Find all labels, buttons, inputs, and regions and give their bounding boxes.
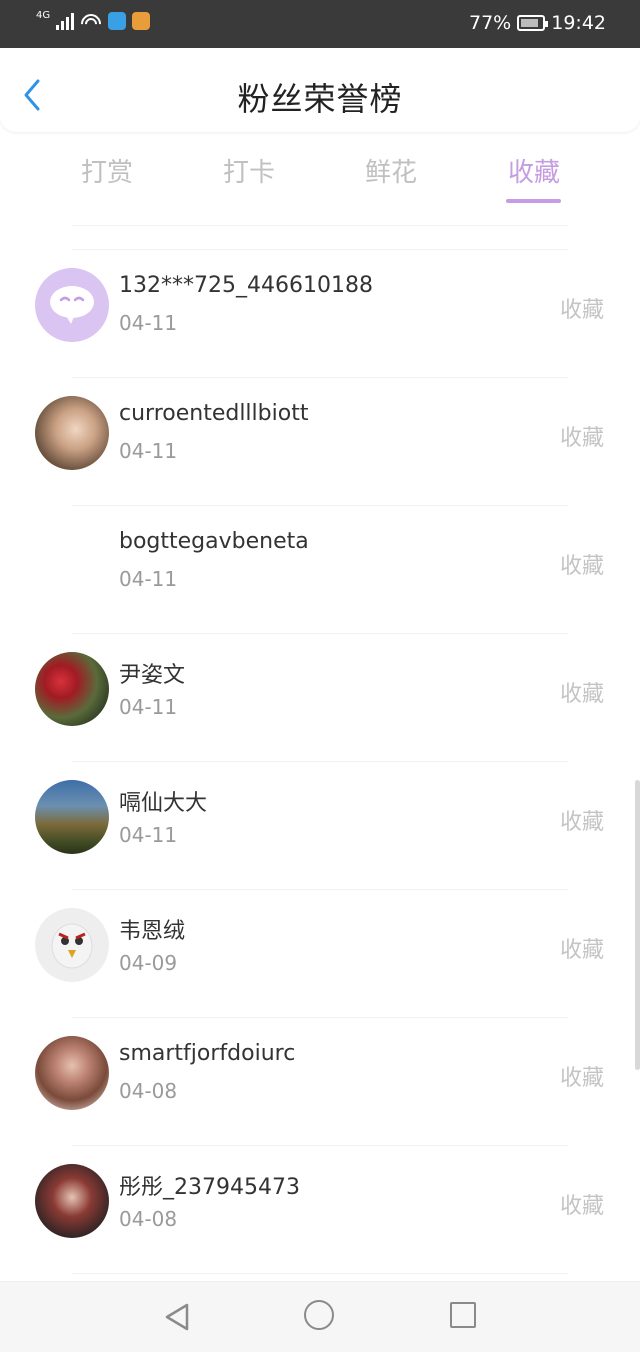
network-type: 4G (36, 10, 51, 21)
battery-icon (517, 15, 549, 31)
date: 04-08 (119, 1207, 178, 1231)
list-item[interactable]: 尹姿文 04-11 收藏 (0, 633, 640, 761)
avatar[interactable] (35, 268, 109, 342)
list-item[interactable]: 132***725_446610188 04-11 收藏 (0, 249, 640, 377)
avatar[interactable] (35, 396, 109, 470)
divider (72, 505, 568, 506)
wifi-icon (80, 12, 103, 30)
favorite-label: 收藏 (559, 810, 604, 835)
divider (72, 225, 568, 226)
security-app-icon (108, 12, 127, 30)
avatar[interactable] (35, 1036, 109, 1110)
divider (72, 1017, 568, 1018)
list-end (0, 1273, 640, 1281)
date: 04-08 (119, 1079, 178, 1103)
user-name: 韦恩绒 (119, 919, 186, 944)
divider (72, 889, 568, 890)
divider (72, 761, 568, 762)
favorite-label: 收藏 (559, 1066, 604, 1091)
tab-favorites[interactable]: 收藏 (494, 152, 574, 189)
user-name: smartfjorfdoiurc (119, 1041, 296, 1066)
system-nav-bar (0, 1281, 640, 1352)
avatar[interactable] (35, 780, 109, 854)
user-name: 彤彤_237945473 (119, 1175, 300, 1200)
status-icons-left: 4G (36, 10, 151, 30)
divider (72, 249, 568, 250)
date: 04-11 (119, 567, 178, 591)
tab-checkin[interactable]: 打卡 (209, 152, 289, 189)
favorite-label: 收藏 (559, 554, 604, 579)
user-name: 嗝仙大大 (119, 791, 208, 816)
favorite-label: 收藏 (559, 298, 604, 323)
divider (72, 633, 568, 634)
nav-home-icon[interactable] (304, 1300, 334, 1330)
date: 04-09 (119, 951, 178, 975)
nav-back-icon[interactable] (163, 1302, 191, 1332)
avatar[interactable] (35, 524, 109, 598)
status-icons-right: 77% 19:42 (469, 12, 606, 34)
user-name: 132***725_446610188 (119, 273, 373, 298)
favorite-label: 收藏 (559, 426, 604, 451)
tab-flowers[interactable]: 鲜花 (351, 152, 431, 189)
divider (72, 1273, 568, 1274)
favorite-label: 收藏 (559, 938, 604, 963)
list-item[interactable]: bogttegavbeneta 04-11 收藏 (0, 505, 640, 633)
battery-percent: 77% (469, 12, 512, 34)
avatar[interactable] (35, 1164, 109, 1238)
date: 04-11 (119, 823, 178, 847)
page-title: 粉丝荣誉榜 (237, 80, 403, 118)
date: 04-11 (119, 695, 178, 719)
avatar[interactable] (35, 908, 109, 982)
list-item[interactable]: 嗝仙大大 04-11 收藏 (0, 761, 640, 889)
cartoon-face-icon (51, 923, 93, 969)
app-notification-icon (132, 12, 151, 30)
date: 04-11 (119, 439, 178, 463)
divider (72, 377, 568, 378)
status-bar: 4G 77% 19:42 (0, 0, 640, 48)
chat-bubble-icon (50, 286, 94, 324)
favorite-label: 收藏 (559, 1194, 604, 1219)
avatar[interactable] (35, 652, 109, 726)
favorite-label: 收藏 (559, 682, 604, 707)
list-item[interactable]: smartfjorfdoiurc 04-08 收藏 (0, 1017, 640, 1145)
signal-icon (56, 12, 75, 30)
clock: 19:42 (551, 12, 606, 34)
user-name: 尹姿文 (119, 663, 186, 688)
date: 04-11 (119, 311, 178, 335)
nav-recent-apps-icon[interactable] (450, 1302, 476, 1328)
active-tab-indicator (506, 199, 561, 203)
user-name: bogttegavbeneta (119, 529, 309, 554)
list-item[interactable]: curroentedlllbiott 04-11 收藏 (0, 377, 640, 505)
list-item[interactable]: 彤彤_237945473 04-08 收藏 (0, 1145, 640, 1273)
tab-reward[interactable]: 打赏 (67, 152, 147, 189)
app-header: 粉丝荣誉榜 (0, 48, 640, 132)
user-name: curroentedlllbiott (119, 401, 309, 426)
scrollbar[interactable] (635, 780, 640, 1070)
list-item[interactable]: 韦恩绒 04-09 收藏 (0, 889, 640, 1017)
divider (72, 1145, 568, 1146)
